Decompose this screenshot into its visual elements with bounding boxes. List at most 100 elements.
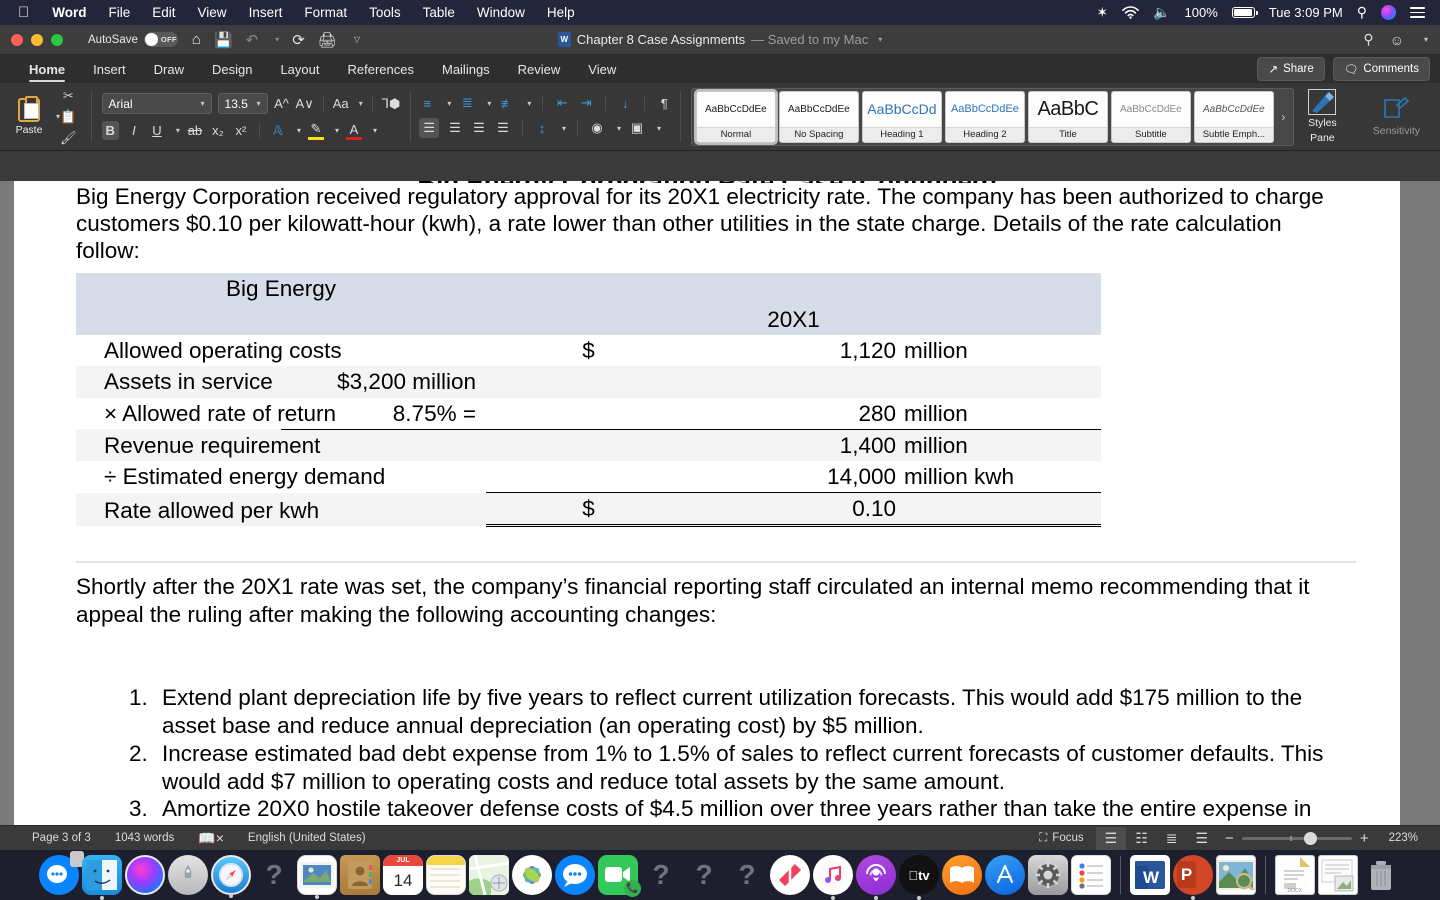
menu-item-word[interactable]: Word [41, 5, 97, 20]
redo-icon[interactable]: ⟳ [292, 31, 305, 49]
paste-button[interactable]: Paste [6, 95, 52, 136]
document-docx-icon[interactable]: .DOCX [1275, 855, 1315, 895]
page-indicator[interactable]: Page 3 of 3 [0, 832, 103, 844]
copy-icon[interactable]: 📋 [60, 109, 76, 125]
styles-pane-button[interactable]: Styles Pane [1294, 89, 1350, 144]
menu-bar-clock[interactable]: Tue 3:09 PM [1262, 5, 1350, 20]
apple-menu-icon[interactable]:  [8, 5, 41, 20]
font-name-combo[interactable]: Arial ▾ [101, 93, 212, 114]
style-title[interactable]: AaBbC Title [1027, 90, 1108, 143]
wifi-icon[interactable] [1115, 6, 1146, 19]
outline-view-button[interactable]: ≣ [1157, 827, 1187, 850]
document-body[interactable]: Big Energy Corporation Rate Case (Contin… [14, 181, 1400, 848]
control-center-icon[interactable] [1403, 7, 1432, 18]
tab-draw[interactable]: Draw [140, 55, 198, 83]
borders-icon[interactable]: ▣ [629, 120, 645, 136]
zoom-handle[interactable] [1303, 831, 1317, 845]
tab-layout[interactable]: Layout [266, 55, 333, 83]
contacts-icon[interactable] [340, 855, 380, 895]
grow-font-icon[interactable]: A^ [274, 96, 290, 111]
menu-item-help[interactable]: Help [536, 5, 586, 20]
borders-dropdown-icon[interactable]: ▾ [657, 124, 661, 133]
bullet-list-dropdown-icon[interactable]: ▾ [447, 99, 451, 108]
web-layout-view-button[interactable]: ☷ [1126, 827, 1157, 850]
text-effects-dropdown-icon[interactable]: ▾ [297, 126, 301, 135]
strikethrough-button[interactable]: ab [187, 123, 203, 138]
italic-button[interactable]: I [126, 123, 142, 138]
zoom-out-button[interactable]: − [1225, 830, 1234, 847]
tab-references[interactable]: References [334, 55, 428, 83]
minimize-button[interactable] [31, 33, 43, 46]
clear-formatting-icon[interactable]: ⅂⬢ [382, 96, 401, 112]
cut-icon[interactable]: ✂ [63, 88, 74, 104]
undo-icon[interactable]: ↶ [246, 31, 259, 49]
maps-icon[interactable] [469, 855, 509, 895]
show-formatting-marks-icon[interactable]: ¶ [656, 96, 672, 111]
tab-mailings[interactable]: Mailings [428, 55, 504, 83]
rate-calculation-table[interactable]: Big Energy 20X1 Allowed operating costs … [76, 272, 1101, 528]
line-spacing-dropdown-icon[interactable]: ▾ [562, 124, 566, 133]
siri-icon[interactable] [1374, 5, 1403, 20]
style-normal[interactable]: AaBbCcDdEe Normal [693, 88, 778, 145]
bluetooth-icon[interactable]: ✶ [1089, 4, 1115, 21]
shading-dropdown-icon[interactable]: ▾ [617, 124, 621, 133]
style-subtle-emphasis[interactable]: AaBbCcDdEe Subtle Emph... [1193, 90, 1274, 143]
messages-setup-icon[interactable] [39, 851, 84, 895]
autosave-toggle[interactable]: OFF [143, 32, 178, 47]
menu-item-table[interactable]: Table [412, 5, 466, 20]
print-layout-view-button[interactable]: ☰ [1095, 826, 1127, 850]
format-painter-icon[interactable]: 🖌 [60, 130, 77, 146]
home-icon[interactable]: ⌂ [192, 31, 201, 48]
notes-icon[interactable] [426, 855, 466, 895]
change-case-dropdown-icon[interactable]: ▾ [359, 99, 363, 108]
menu-item-view[interactable]: View [187, 5, 238, 20]
zoom-slider[interactable]: − + [1217, 830, 1377, 847]
unknown-app-icon[interactable]: ? [727, 855, 767, 895]
draft-view-button[interactable]: ☰ [1186, 827, 1217, 850]
account-smiley-icon[interactable]: ☺ [1390, 32, 1404, 48]
multilevel-list-icon[interactable]: ≢ [499, 96, 515, 111]
increase-indent-icon[interactable]: ⇥ [578, 95, 594, 111]
bold-button[interactable]: B [101, 121, 119, 140]
battery-icon[interactable] [1225, 7, 1262, 18]
styles-gallery-more-icon[interactable]: › [1275, 110, 1291, 124]
shrink-font-icon[interactable]: A∨ [296, 96, 314, 112]
mail-icon[interactable] [297, 855, 337, 899]
finder-icon[interactable] [82, 855, 122, 900]
spotlight-search-icon[interactable]: ⚲ [1350, 4, 1374, 21]
unknown-app-icon[interactable]: ? [254, 855, 294, 895]
numbered-list-icon[interactable]: ≣ [459, 95, 475, 111]
facetime-icon[interactable]: 📞 [598, 855, 641, 897]
style-heading-1[interactable]: AaBbCcDd Heading 1 [861, 90, 942, 143]
menu-item-format[interactable]: Format [293, 5, 358, 20]
numbered-list-dropdown-icon[interactable]: ▾ [487, 99, 491, 108]
line-spacing-icon[interactable]: ↕ [534, 121, 550, 136]
menu-item-insert[interactable]: Insert [238, 5, 294, 20]
menu-item-tools[interactable]: Tools [358, 5, 412, 20]
sensitivity-button[interactable]: Sensitivity [1359, 96, 1433, 137]
music-icon[interactable] [813, 855, 853, 900]
news-icon[interactable] [770, 855, 810, 895]
zoom-in-button[interactable]: + [1360, 830, 1369, 847]
qat-overflow-icon[interactable]: ▽ [354, 35, 360, 44]
reminders-icon[interactable] [1071, 855, 1111, 895]
volume-icon[interactable]: 🔈 [1146, 4, 1177, 21]
zoom-button[interactable] [51, 33, 63, 46]
podcasts-icon[interactable] [856, 855, 896, 900]
document-stack-icon[interactable] [1318, 855, 1358, 895]
bullet-list-icon[interactable]: ≡ [419, 96, 435, 111]
menu-item-window[interactable]: Window [466, 5, 536, 20]
proofing-icon[interactable]: 📖× [186, 830, 236, 847]
focus-button[interactable]: ⛶ Focus [1027, 832, 1095, 845]
change-case-icon[interactable]: Aa [333, 96, 349, 111]
share-button[interactable]: ↗ Share [1257, 57, 1325, 81]
subscript-button[interactable]: x₂ [210, 123, 226, 138]
appstore-icon[interactable] [985, 855, 1025, 895]
tab-insert[interactable]: Insert [79, 55, 140, 83]
highlight-color-icon[interactable]: ✎ [307, 121, 324, 140]
save-icon[interactable]: 💾 [214, 31, 233, 49]
autosave-control[interactable]: AutoSave OFF [88, 32, 178, 47]
document-page[interactable]: Big Energy Corporation Rate Case (Contin… [14, 181, 1400, 848]
align-center-icon[interactable]: ☰ [447, 120, 463, 136]
underline-button[interactable]: U [149, 123, 165, 138]
